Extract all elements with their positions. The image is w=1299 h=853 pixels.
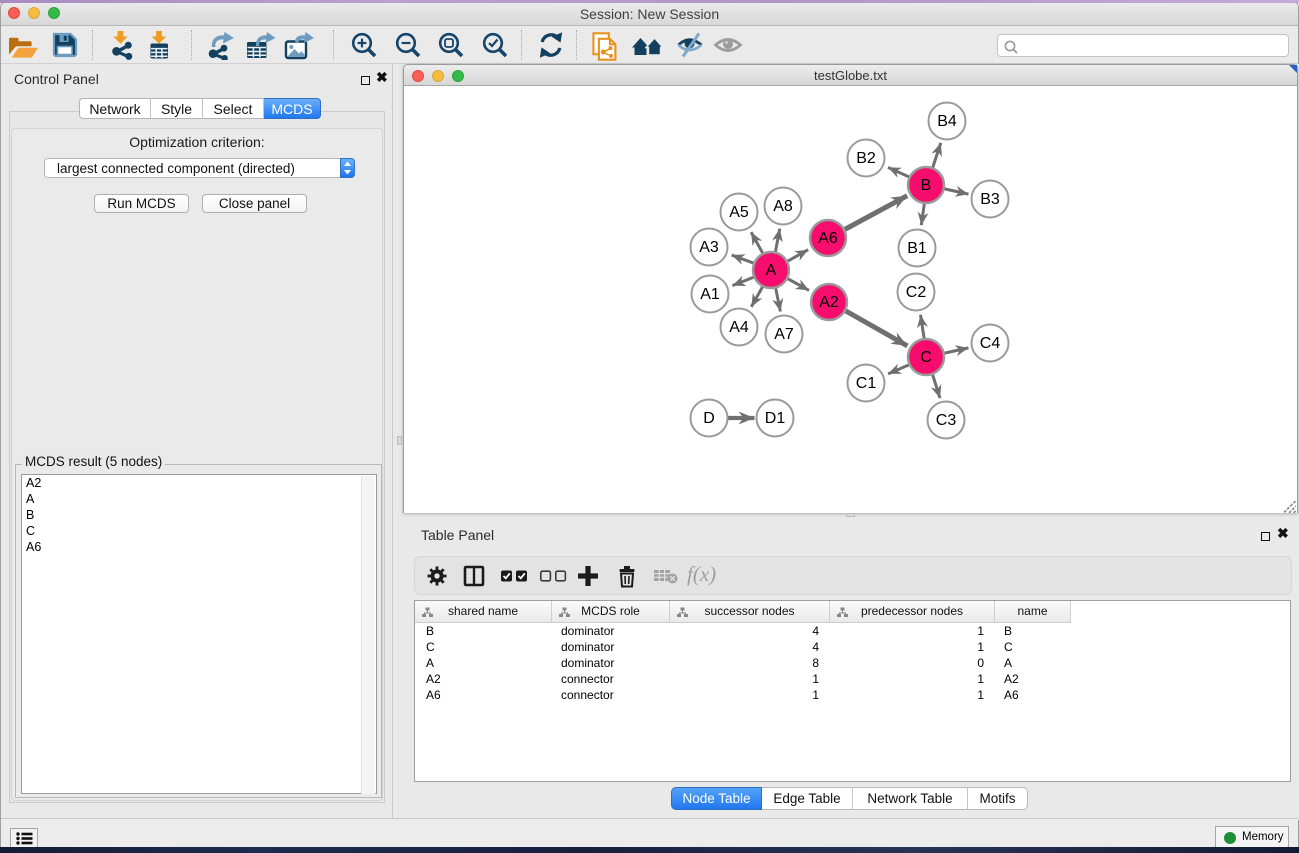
svg-text:C2: C2 — [906, 284, 927, 301]
svg-text:A4: A4 — [729, 319, 749, 336]
svg-text:C4: C4 — [980, 335, 1001, 352]
svg-text:C3: C3 — [936, 412, 957, 429]
svg-text:D: D — [703, 410, 715, 427]
svg-text:A5: A5 — [729, 204, 749, 221]
svg-text:D1: D1 — [765, 410, 786, 427]
svg-text:B: B — [921, 177, 932, 194]
svg-text:A6: A6 — [818, 230, 838, 247]
svg-text:C1: C1 — [856, 375, 877, 392]
svg-text:A2: A2 — [819, 294, 839, 311]
svg-text:A3: A3 — [699, 239, 719, 256]
svg-text:B2: B2 — [856, 150, 876, 167]
svg-text:B1: B1 — [907, 240, 927, 257]
svg-text:A8: A8 — [773, 198, 793, 215]
svg-text:A: A — [766, 262, 777, 279]
svg-text:B3: B3 — [980, 191, 1000, 208]
svg-text:A1: A1 — [700, 286, 720, 303]
svg-text:C: C — [920, 349, 932, 366]
svg-text:B4: B4 — [937, 113, 957, 130]
svg-text:A7: A7 — [774, 326, 794, 343]
